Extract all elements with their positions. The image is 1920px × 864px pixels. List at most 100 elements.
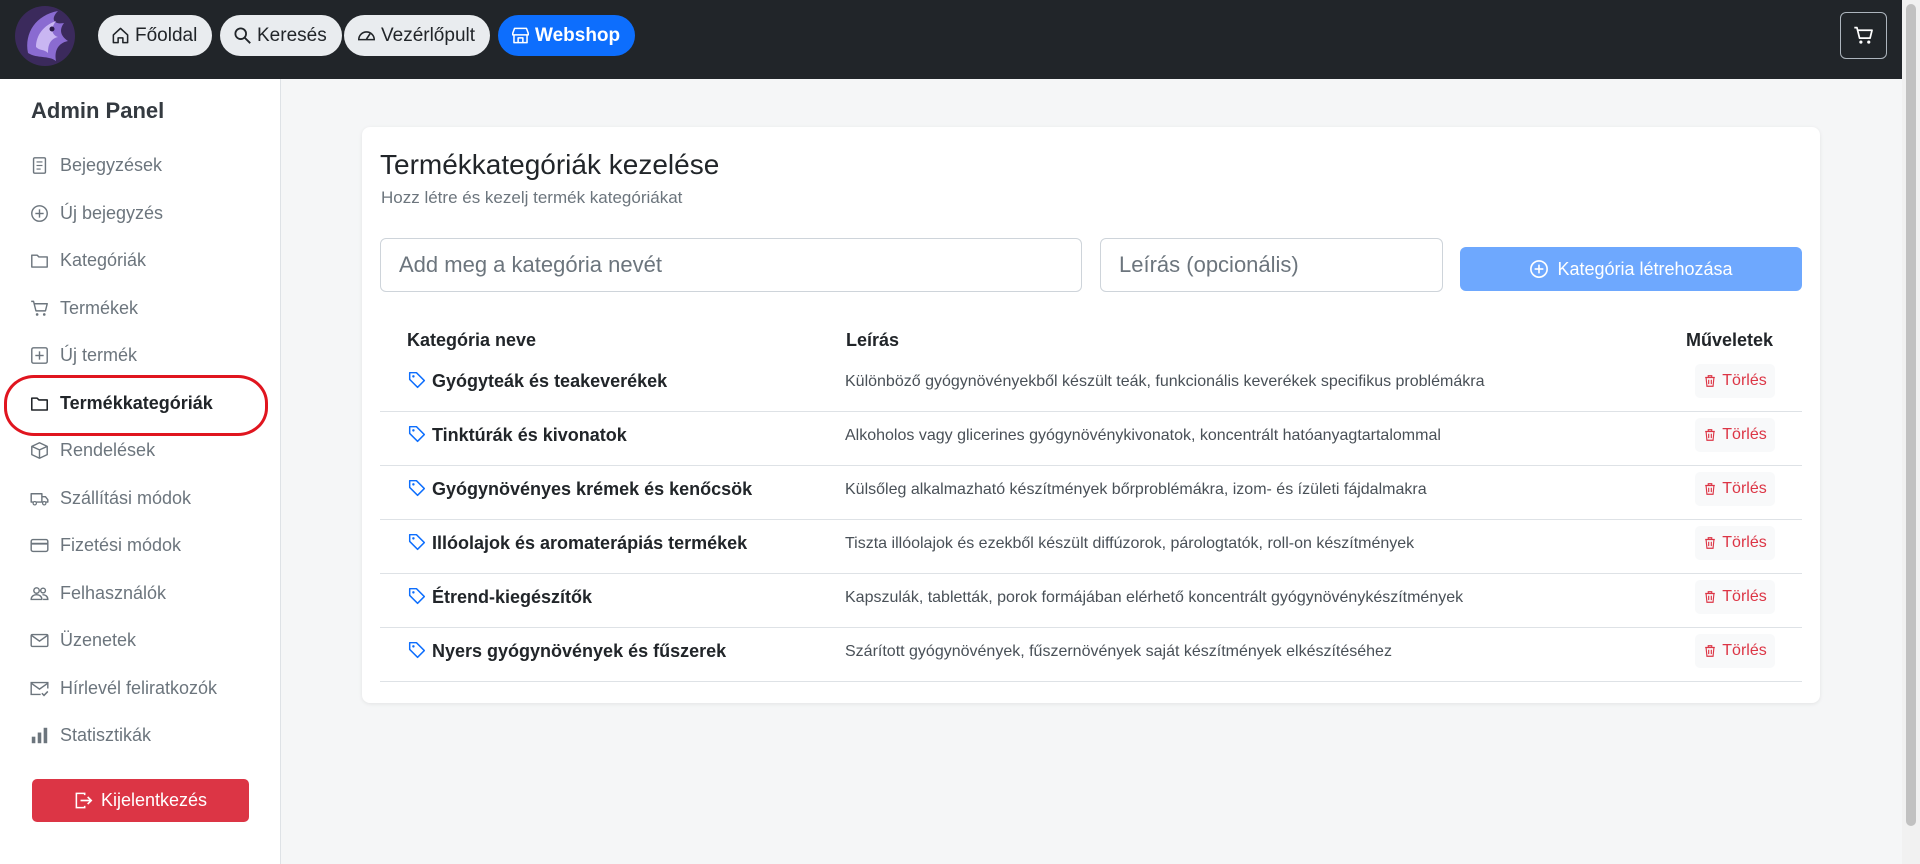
dragon-logo[interactable] — [14, 3, 76, 69]
sidebar-item-label: Felhasználók — [60, 582, 167, 603]
category-description: Szárított gyógynövények, fűszernövények … — [845, 643, 1392, 660]
trash-icon — [1705, 375, 1716, 387]
people-icon — [30, 586, 49, 600]
delete-button[interactable]: Törlés — [1695, 418, 1775, 452]
tag-icon — [408, 533, 426, 551]
nav-search-label: Keresés — [257, 24, 327, 46]
category-management-card: Termékkategóriák kezelése Hozz létre és … — [362, 127, 1820, 703]
sidebar-item-shipping-methods[interactable]: Szállítási módok — [30, 483, 191, 513]
sidebar-item-label: Szállítási módok — [60, 487, 192, 508]
nav-webshop-button[interactable]: Webshop — [498, 15, 636, 56]
category-description: Kapszulák, tabletták, porok formájában e… — [845, 589, 1464, 606]
delete-label: Törlés — [1722, 480, 1767, 497]
sidebar-item-new-product[interactable]: Új termék — [30, 340, 137, 370]
admin-sidebar: Admin Panel Bejegyzések Új bejegyzés Kat… — [0, 79, 281, 864]
cart-icon — [1854, 26, 1873, 44]
category-description: Külsőleg alkalmazható készítmények bőrpr… — [845, 481, 1427, 498]
create-category-label: Kategória létrehozása — [1557, 258, 1733, 279]
sidebar-item-products[interactable]: Termékek — [30, 293, 138, 323]
create-category-button[interactable]: Kategória létrehozása — [1460, 247, 1802, 291]
search-icon — [234, 27, 251, 44]
category-name-input[interactable]: Add meg a kategória nevét — [380, 238, 1082, 292]
nav-dashboard-label: Vezérlőpult — [381, 24, 476, 46]
sidebar-item-new-post[interactable]: Új bejegyzés — [30, 198, 163, 228]
folder-icon — [31, 253, 48, 268]
speedometer-icon — [358, 31, 375, 41]
shop-icon — [512, 27, 529, 44]
delete-label: Törlés — [1722, 642, 1767, 659]
plus-circle-icon — [1530, 260, 1549, 278]
page-scrollbar[interactable] — [1902, 0, 1920, 864]
category-description: Különböző gyógynövényekből készült teák,… — [845, 373, 1485, 390]
sidebar-item-label: Statisztikák — [60, 724, 152, 745]
trash-icon — [1705, 429, 1716, 441]
cart-icon — [31, 300, 48, 316]
delete-button[interactable]: Törlés — [1695, 634, 1775, 668]
category-name: Gyógyteák és teakeverékek — [432, 371, 668, 391]
delete-button[interactable]: Törlés — [1695, 580, 1775, 614]
delete-button[interactable]: Törlés — [1695, 526, 1775, 560]
delete-label: Törlés — [1722, 588, 1767, 605]
table-row: Nyers gyógynövények és fűszerek Szárítot… — [380, 628, 1802, 682]
sidebar-item-label: Üzenetek — [60, 629, 137, 650]
sidebar-item-posts[interactable]: Bejegyzések — [30, 150, 162, 180]
tag-icon — [408, 641, 426, 659]
nav-webshop-label: Webshop — [535, 24, 621, 46]
trash-icon — [1705, 645, 1716, 657]
delete-button[interactable]: Törlés — [1695, 472, 1775, 506]
bar-chart-icon — [31, 727, 48, 743]
nav-home-button[interactable]: Főoldal — [98, 15, 213, 56]
envelope-icon — [30, 633, 49, 647]
credit-card-icon — [30, 538, 49, 552]
tag-icon — [408, 587, 426, 605]
category-description-input[interactable]: Leírás (opcionális) — [1100, 238, 1443, 292]
sidebar-item-label: Termékek — [60, 297, 139, 318]
highlight-annotation — [4, 375, 268, 436]
scrollbar-thumb[interactable] — [1906, 4, 1916, 826]
tag-icon — [408, 371, 426, 389]
cart-button[interactable] — [1840, 12, 1887, 59]
sidebar-item-label: Hírlevél feliratkozók — [60, 677, 218, 698]
delete-label: Törlés — [1722, 372, 1767, 389]
sidebar-item-label: Új termék — [60, 344, 138, 365]
sidebar-item-label: Bejegyzések — [60, 154, 163, 175]
plus-circle-icon — [31, 204, 48, 222]
logout-button[interactable]: Kijelentkezés — [32, 779, 249, 822]
sidebar-item-label: Új bejegyzés — [60, 202, 164, 223]
category-description: Tiszta illóolajok és ezekből készült dif… — [845, 535, 1415, 552]
truck-icon — [30, 492, 49, 506]
sidebar-item-payment-methods[interactable]: Fizetési módok — [30, 530, 181, 560]
category-name: Tinktúrák és kivonatok — [432, 425, 627, 445]
table-row: Gyógynövényes krémek és kenőcsök Külsőle… — [380, 466, 1802, 520]
table-row: Illóolajok és aromaterápiás termékek Tis… — [380, 520, 1802, 574]
sidebar-item-label: Rendelések — [60, 439, 156, 460]
sidebar-item-orders[interactable]: Rendelések — [30, 435, 155, 465]
delete-label: Törlés — [1722, 534, 1767, 551]
sidebar-item-categories[interactable]: Kategóriák — [30, 245, 146, 275]
plus-square-icon — [31, 346, 48, 364]
category-name: Illóolajok és aromaterápiás termékek — [432, 533, 748, 553]
nav-dashboard-button[interactable]: Vezérlőpult — [344, 15, 491, 56]
table-row: Tinktúrák és kivonatok Alkoholos vagy gl… — [380, 412, 1802, 466]
sidebar-item-label: Fizetési módok — [60, 534, 182, 555]
house-icon — [112, 27, 129, 44]
sidebar-item-newsletter-subscribers[interactable]: Hírlevél feliratkozók — [30, 673, 217, 703]
logout-label: Kijelentkezés — [100, 790, 208, 810]
trash-icon — [1705, 591, 1716, 603]
delete-button[interactable]: Törlés — [1695, 364, 1775, 398]
nav-home-label: Főoldal — [135, 24, 198, 46]
sidebar-item-statistics[interactable]: Statisztikák — [30, 720, 151, 750]
tag-icon — [408, 479, 426, 497]
box-icon — [31, 441, 48, 459]
sidebar-item-messages[interactable]: Üzenetek — [30, 625, 136, 655]
tag-icon — [408, 425, 426, 443]
nav-search-button[interactable]: Keresés — [220, 15, 342, 56]
table-row: Gyógyteák és teakeverékek Különböző gyóg… — [380, 358, 1802, 412]
trash-icon — [1705, 537, 1716, 549]
trash-icon — [1705, 483, 1716, 495]
table-row: Étrend-kiegészítők Kapszulák, tabletták,… — [380, 574, 1802, 628]
delete-label: Törlés — [1722, 426, 1767, 443]
document-icon — [32, 156, 47, 174]
column-header-actions: Műveletek — [1686, 330, 1774, 350]
sidebar-item-users[interactable]: Felhasználók — [30, 578, 166, 608]
